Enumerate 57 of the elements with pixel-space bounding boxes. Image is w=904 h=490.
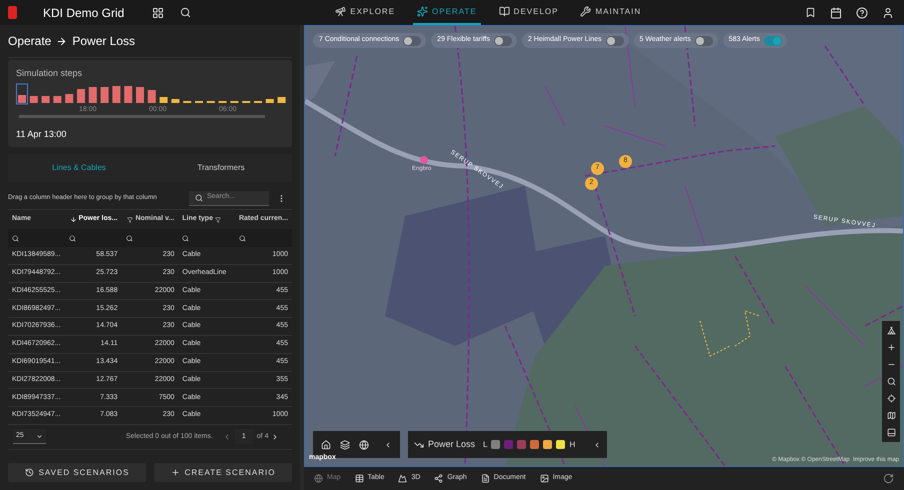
place-marker-icon[interactable] xyxy=(420,156,428,164)
panel-tab[interactable]: Lines & Cables xyxy=(8,154,150,182)
column-filter-icon[interactable] xyxy=(182,234,190,242)
globe-icon[interactable] xyxy=(359,440,369,450)
sort-arrow-icon xyxy=(70,216,77,223)
breadcrumb-item: Power Loss xyxy=(72,33,136,50)
nav-tab[interactable]: EXPLORE xyxy=(331,0,400,24)
graph-icon xyxy=(434,474,444,483)
collapse-icon[interactable] xyxy=(384,440,392,448)
column-filter-icon[interactable] xyxy=(12,234,19,242)
current-time: 11 Apr 13:00 xyxy=(16,128,68,141)
table-icon xyxy=(354,474,364,483)
legend-high-label: H xyxy=(569,438,576,450)
explore-icon xyxy=(335,6,346,17)
help-icon[interactable] xyxy=(856,6,868,18)
image-icon xyxy=(540,474,549,483)
history-icon xyxy=(24,468,34,477)
column-filter-icon[interactable] xyxy=(68,234,76,242)
zoom-in-icon[interactable] xyxy=(886,343,896,352)
search-icon[interactable] xyxy=(886,377,896,386)
terrain-icon xyxy=(398,474,408,483)
search-icon[interactable] xyxy=(180,7,192,18)
logo-icon xyxy=(8,6,17,19)
nav-tab[interactable]: MAINTAIN xyxy=(576,0,646,24)
scenario-button[interactable]: SAVED SCENARIOS xyxy=(8,463,146,482)
legend-title: Power Loss xyxy=(428,438,476,451)
home-icon[interactable] xyxy=(321,440,331,450)
panel-icon[interactable] xyxy=(886,428,896,437)
bookmark-icon[interactable] xyxy=(805,7,816,18)
layers-icon[interactable] xyxy=(340,440,350,450)
rotate-icon[interactable] xyxy=(883,473,894,484)
arrow-right-icon xyxy=(56,36,68,46)
apps-icon[interactable] xyxy=(152,6,164,18)
document-icon xyxy=(480,474,490,483)
locate-icon[interactable] xyxy=(886,394,896,403)
scenario-button[interactable]: CREATE SCENARIO xyxy=(154,463,292,482)
operate-icon xyxy=(417,6,428,17)
trend-icon xyxy=(414,440,424,450)
plus-icon xyxy=(170,468,180,477)
filter-icon[interactable] xyxy=(214,216,221,222)
simulation-bars-drawing[interactable] xyxy=(16,82,286,104)
column-filter-icon[interactable] xyxy=(239,234,246,242)
calendar-icon[interactable] xyxy=(830,6,842,18)
simulation-title: Simulation steps xyxy=(16,67,84,80)
panel-tab[interactable]: Transformers xyxy=(150,154,292,182)
app-title: KDI Demo Grid xyxy=(43,4,124,22)
column-filter-icon[interactable] xyxy=(126,234,133,242)
breadcrumb-item[interactable]: Operate xyxy=(8,32,52,50)
search-icon xyxy=(195,194,203,202)
caret-icon xyxy=(36,432,43,440)
maintain-icon xyxy=(580,6,592,17)
legend-low-label: L xyxy=(483,438,488,450)
user-icon[interactable] xyxy=(882,6,894,18)
develop-icon xyxy=(498,6,510,17)
timeline-track[interactable] xyxy=(19,114,265,118)
nav-tab[interactable]: DEVELOP xyxy=(494,0,562,24)
filter-icon[interactable] xyxy=(127,216,134,222)
